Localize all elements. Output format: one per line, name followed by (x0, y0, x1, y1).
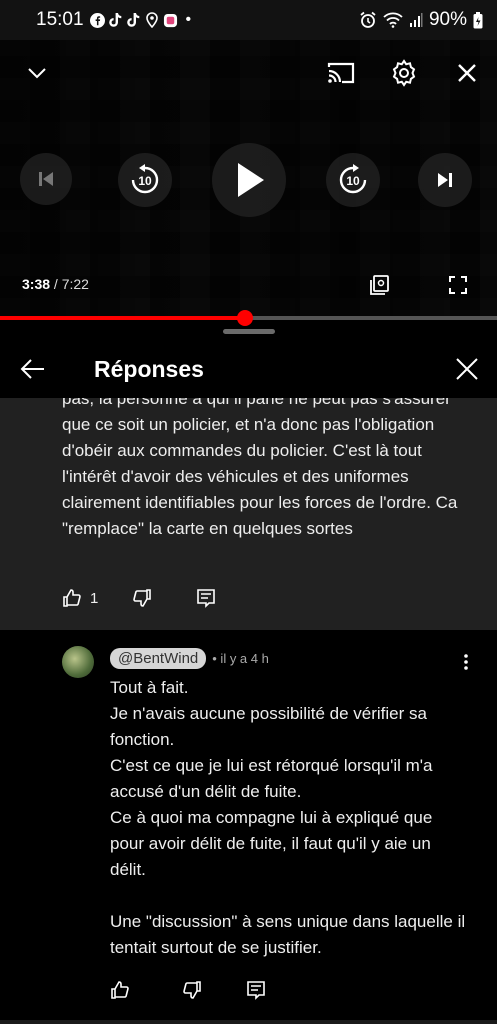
cast-button[interactable] (324, 58, 358, 88)
replay-10-icon: 10 (131, 164, 159, 194)
status-right: 90% (359, 9, 483, 31)
battery-level: 90% (428, 9, 467, 30)
chapters-button[interactable] (366, 271, 394, 299)
skip-next-icon (438, 173, 452, 187)
comment-icon (197, 589, 216, 608)
drag-handle[interactable] (223, 329, 275, 334)
close-icon (456, 358, 478, 380)
thumbs-down-icon (183, 981, 201, 999)
reply-text: Tout à fait. Je n'avais aucune possibili… (110, 678, 466, 957)
seek-back-label: 10 (138, 174, 152, 188)
like-button[interactable] (110, 980, 130, 1000)
notification-icons: • (89, 11, 192, 29)
play-icon (238, 163, 264, 197)
fullscreen-icon (449, 276, 467, 294)
signal-icon (409, 13, 423, 27)
progress-fill (0, 316, 245, 320)
dislike-button[interactable] (132, 588, 152, 608)
parent-comment-text: pas, la personne à qui il parle ne peut … (62, 398, 458, 538)
reply-author-row: @BentWind • il y a 4 h (110, 648, 269, 669)
seek-forward-button[interactable]: 10 (326, 153, 380, 207)
status-left: 15:01 • (36, 9, 191, 31)
playback-time: 3:38 / 7:22 (22, 276, 89, 292)
seek-back-button[interactable]: 10 (118, 153, 172, 207)
minimize-button[interactable] (22, 58, 52, 88)
avatar[interactable] (62, 646, 94, 678)
reply-button[interactable] (246, 980, 266, 1000)
close-replies-button[interactable] (450, 352, 484, 386)
forward-10-icon: 10 (339, 164, 367, 194)
skip-previous-icon (39, 172, 53, 186)
back-button[interactable] (16, 352, 50, 386)
page-title: Réponses (94, 355, 204, 382)
like-button[interactable]: 1 (62, 588, 98, 608)
seek-forward-label: 10 (346, 174, 360, 188)
thumbs-up-icon (63, 589, 81, 607)
wifi-icon (383, 12, 403, 28)
parent-comment: pas, la personne à qui il parle ne peut … (0, 398, 497, 630)
reply-comment: @BentWind • il y a 4 h Tout à fait. Je n… (0, 630, 497, 1024)
replies-header: Réponses (0, 338, 497, 400)
thumbs-down-icon (133, 589, 152, 607)
battery-icon (473, 11, 483, 28)
close-player-button[interactable] (452, 58, 482, 88)
more-vert-icon (464, 654, 468, 670)
reply-actions (110, 980, 266, 1000)
bottom-divider (0, 1020, 497, 1024)
status-dot: • (185, 11, 192, 28)
author-name[interactable]: @BentWind (110, 648, 207, 669)
arrow-left-icon (20, 359, 44, 379)
total-time: 7:22 (61, 276, 89, 292)
status-bar: 15:01 • 90% (0, 0, 497, 40)
fullscreen-button[interactable] (444, 271, 472, 299)
parent-comment-actions: 1 (62, 588, 216, 608)
settings-button[interactable] (388, 57, 420, 89)
previous-button[interactable] (20, 153, 72, 205)
play-button[interactable] (212, 143, 286, 217)
location-icon (145, 12, 158, 28)
facebook-icon (89, 12, 105, 28)
next-button[interactable] (418, 153, 472, 207)
gear-icon (392, 59, 416, 87)
status-time: 15:01 (36, 9, 84, 30)
tiktok-icon (126, 13, 139, 27)
dislike-button[interactable] (182, 980, 202, 1000)
reply-timestamp: • il y a 4 h (212, 651, 269, 666)
app-icon (163, 13, 177, 27)
video-player[interactable]: 10 10 3:38 / 7:22 (0, 40, 497, 320)
current-time: 3:38 (22, 276, 51, 292)
progress-scrubber[interactable] (236, 310, 253, 326)
playlist-icon (370, 275, 389, 295)
alarm-icon (360, 11, 376, 28)
cast-icon (327, 62, 355, 84)
chevron-down-icon (28, 68, 46, 79)
comment-icon (247, 981, 265, 1000)
reply-button[interactable] (196, 588, 216, 608)
thumbs-up-icon (111, 981, 129, 999)
like-count: 1 (90, 589, 99, 607)
progress-bar[interactable] (0, 310, 497, 326)
close-icon (458, 64, 476, 82)
time-separator: / (50, 276, 62, 292)
tiktok-icon (108, 13, 121, 27)
more-options-button[interactable] (458, 650, 474, 674)
